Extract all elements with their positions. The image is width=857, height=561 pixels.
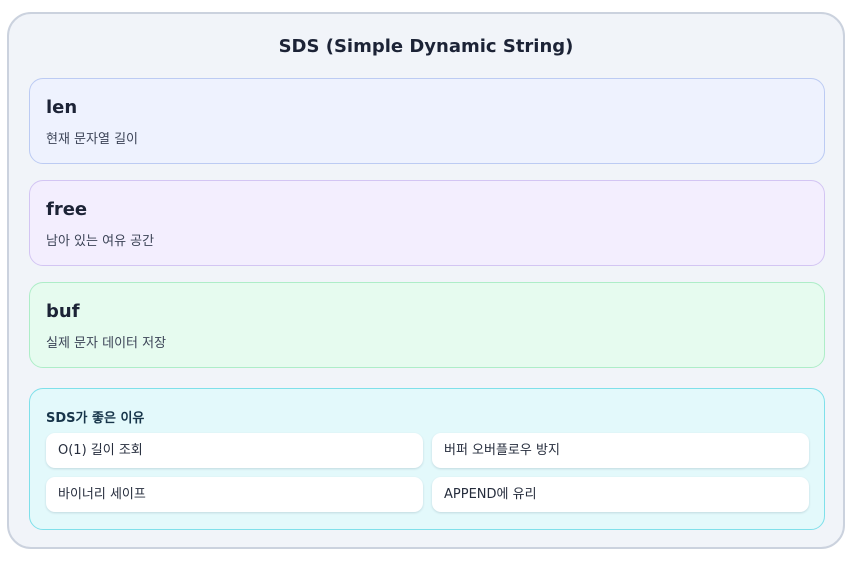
benefits-box: SDS가 좋은 이유 O(1) 길이 조회 버퍼 오버플로우 방지 바이너리 세… [29,388,825,530]
field-buf-desc: 실제 문자 데이터 저장 [46,336,167,351]
benefit-item: O(1) 길이 조회 [46,433,423,468]
field-free-box: free 남아 있는 여유 공간 [29,180,825,266]
field-buf-name: buf [46,301,80,322]
benefits-title: SDS가 좋은 이유 [46,411,145,426]
benefit-item: 버퍼 오버플로우 방지 [432,433,809,468]
benefit-item: 바이너리 세이프 [46,477,423,512]
sds-diagram-card: SDS (Simple Dynamic String) len 현재 문자열 길… [7,12,845,549]
field-len-name: len [46,97,78,118]
field-free-desc: 남아 있는 여유 공간 [46,234,155,249]
benefit-item: APPEND에 유리 [432,477,809,512]
diagram-title: SDS (Simple Dynamic String) [278,36,574,57]
field-len-box: len 현재 문자열 길이 [29,78,825,164]
field-buf-box: buf 실제 문자 데이터 저장 [29,282,825,368]
field-len-desc: 현재 문자열 길이 [46,132,138,147]
field-free-name: free [46,199,88,220]
